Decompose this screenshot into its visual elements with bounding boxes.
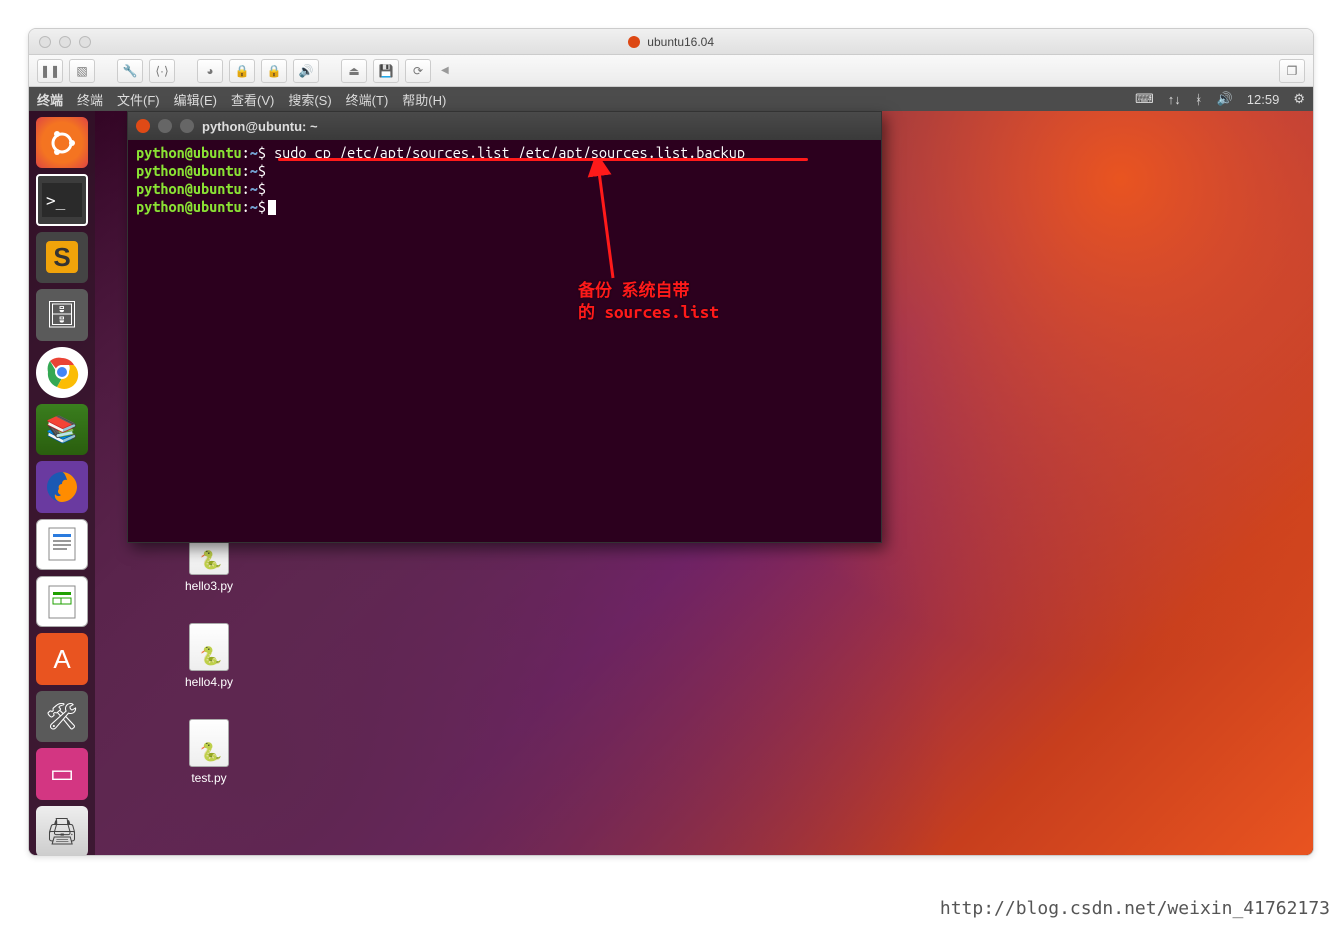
desktop-file[interactable]: hello4.py bbox=[159, 623, 259, 689]
network-button[interactable]: ⟨·⟩ bbox=[149, 59, 175, 83]
lock2-button[interactable]: 🔒 bbox=[261, 59, 287, 83]
pause-button[interactable]: ❚❚ bbox=[37, 59, 63, 83]
desktop-file[interactable]: test.py bbox=[159, 719, 259, 785]
mac-titlebar: ubuntu16.04 bbox=[29, 29, 1313, 55]
desktop-icons: hello3.py hello4.py test.py bbox=[159, 527, 259, 815]
annotation-text: 备份 系统自带 的 sources.list bbox=[578, 280, 719, 324]
settings-launcher-icon[interactable]: 🛠 bbox=[36, 691, 88, 742]
unity-launcher: >_ S 🗄 📚 A 🛠 ▭ 🖨 bbox=[29, 111, 95, 856]
network-icon[interactable]: ↑↓ bbox=[1168, 92, 1181, 107]
floppy-button[interactable]: 💾 bbox=[373, 59, 399, 83]
gear-icon[interactable]: ⚙ bbox=[1293, 91, 1305, 107]
terminal-launcher-icon[interactable]: >_ bbox=[36, 174, 88, 225]
annotation-arrow bbox=[568, 158, 648, 288]
audio-button[interactable]: 🔊 bbox=[293, 59, 319, 83]
keyboard-icon[interactable]: ⌨ bbox=[1135, 91, 1154, 107]
fullscreen-button[interactable] bbox=[79, 36, 91, 48]
dash-icon[interactable] bbox=[36, 117, 88, 168]
terminal-body[interactable]: python@ubuntu:~$ sudo cp /etc/apt/source… bbox=[128, 140, 881, 544]
clock[interactable]: 12:59 bbox=[1247, 92, 1280, 107]
printer-launcher-icon[interactable]: 🖨 bbox=[36, 806, 88, 856]
ubuntu-icon bbox=[628, 36, 640, 48]
pink-launcher-icon[interactable]: ▭ bbox=[36, 748, 88, 799]
firefox-launcher-icon[interactable] bbox=[36, 461, 88, 512]
vm-toolbar: ❚❚ ▧ 🔧 ⟨·⟩ ◕ 🔒 🔒 🔊 ⏏ 💾 ⟳ ◀ ❐ bbox=[29, 55, 1313, 87]
traffic-lights bbox=[39, 36, 91, 48]
books-launcher-icon[interactable]: 📚 bbox=[36, 404, 88, 455]
software-launcher-icon[interactable]: A bbox=[36, 633, 88, 684]
indicator-area: ⌨ ↑↓ ᚼ 🔊 12:59 ⚙ bbox=[1135, 91, 1305, 107]
minimize-button[interactable] bbox=[59, 36, 71, 48]
menu-view[interactable]: 查看(V) bbox=[231, 90, 274, 109]
terminal-titlebar[interactable]: python@ubuntu: ~ bbox=[128, 112, 881, 140]
host-vm-window: ubuntu16.04 ❚❚ ▧ 🔧 ⟨·⟩ ◕ 🔒 🔒 🔊 ⏏ 💾 ⟳ ◀ ❐… bbox=[28, 28, 1314, 856]
sublime-launcher-icon[interactable]: S bbox=[36, 232, 88, 283]
hdd-button[interactable]: ◕ bbox=[197, 59, 223, 83]
maximize-button[interactable] bbox=[180, 119, 194, 133]
menu-help[interactable]: 帮助(H) bbox=[402, 90, 446, 109]
settings-button[interactable]: 🔧 bbox=[117, 59, 143, 83]
python-file-icon bbox=[189, 719, 229, 767]
menu-edit[interactable]: 编辑(E) bbox=[174, 90, 217, 109]
terminal-line: python@ubuntu:~$ bbox=[136, 198, 873, 216]
share-button[interactable]: ⟳ bbox=[405, 59, 431, 83]
menu-terminal[interactable]: 终端 bbox=[77, 90, 103, 109]
cursor-icon bbox=[268, 200, 276, 215]
menubar: 终端 终端 文件(F) 编辑(E) 查看(V) 搜索(S) 终端(T) 帮助(H… bbox=[37, 90, 446, 109]
python-file-icon bbox=[189, 623, 229, 671]
calc-launcher-icon[interactable] bbox=[36, 576, 88, 627]
watermark: http://blog.csdn.net/weixin_41762173 bbox=[940, 898, 1330, 919]
chevron-left-icon[interactable]: ◀ bbox=[437, 65, 453, 76]
terminal-title: python@ubuntu: ~ bbox=[202, 119, 318, 134]
chrome-launcher-icon[interactable] bbox=[36, 347, 88, 398]
lock1-button[interactable]: 🔒 bbox=[229, 59, 255, 83]
terminal-window[interactable]: python@ubuntu: ~ python@ubuntu:~$ sudo c… bbox=[127, 111, 882, 543]
app-menu-label[interactable]: 终端 bbox=[37, 90, 63, 109]
menu-file[interactable]: 文件(F) bbox=[117, 90, 160, 109]
close-button[interactable] bbox=[39, 36, 51, 48]
volume-icon[interactable]: 🔊 bbox=[1217, 91, 1233, 107]
minimize-button[interactable] bbox=[158, 119, 172, 133]
menu-terminal2[interactable]: 终端(T) bbox=[346, 90, 389, 109]
files-launcher-icon[interactable]: 🗄 bbox=[36, 289, 88, 340]
window-title: ubuntu16.04 bbox=[628, 35, 714, 49]
ubuntu-top-panel: 终端 终端 文件(F) 编辑(E) 查看(V) 搜索(S) 终端(T) 帮助(H… bbox=[29, 87, 1313, 111]
terminal-line: python@ubuntu:~$ bbox=[136, 180, 873, 198]
menu-search[interactable]: 搜索(S) bbox=[288, 90, 331, 109]
usb-button[interactable]: ⏏ bbox=[341, 59, 367, 83]
fullscreen-toggle-button[interactable]: ❐ bbox=[1279, 59, 1305, 83]
annotation-underline bbox=[278, 158, 808, 161]
bluetooth-icon[interactable]: ᚼ bbox=[1195, 92, 1203, 107]
snapshot-button[interactable]: ▧ bbox=[69, 59, 95, 83]
guest-screen: 终端 终端 文件(F) 编辑(E) 查看(V) 搜索(S) 终端(T) 帮助(H… bbox=[29, 87, 1313, 856]
writer-launcher-icon[interactable] bbox=[36, 519, 88, 570]
terminal-line: python@ubuntu:~$ bbox=[136, 162, 873, 180]
close-button[interactable] bbox=[136, 119, 150, 133]
